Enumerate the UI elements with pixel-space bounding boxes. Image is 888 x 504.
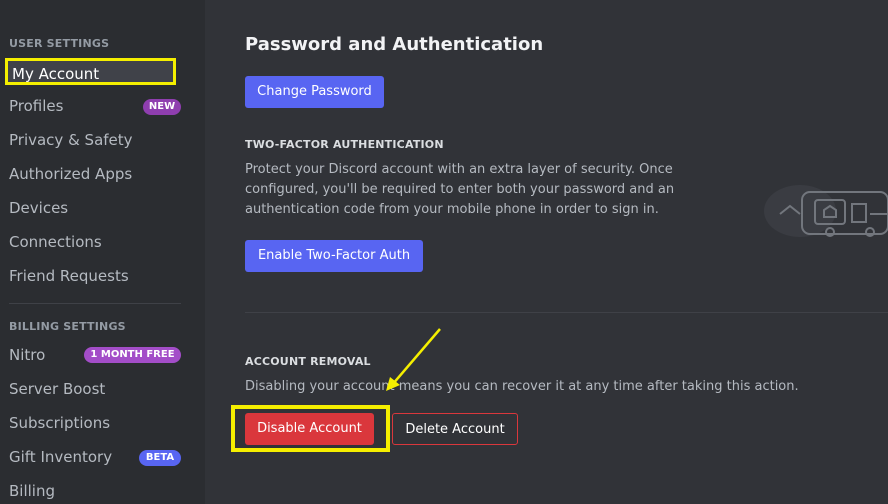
- sidebar-item-authorized-apps[interactable]: Authorized Apps: [9, 163, 132, 185]
- sidebar-item-devices[interactable]: Devices: [9, 197, 68, 219]
- sidebar-item-privacy-safety[interactable]: Privacy & Safety: [9, 129, 133, 151]
- sidebar-item-server-boost[interactable]: Server Boost: [9, 378, 105, 400]
- account-removal-header: ACCOUNT REMOVAL: [245, 355, 371, 368]
- sidebar-item-friend-requests[interactable]: Friend Requests: [9, 265, 129, 287]
- change-password-button[interactable]: Change Password: [245, 76, 384, 108]
- two-factor-illustration: [764, 185, 888, 237]
- account-removal-description: Disabling your account means you can rec…: [245, 379, 799, 394]
- annotation-highlight-box: [231, 405, 390, 452]
- sidebar-item-profiles[interactable]: Profiles: [9, 95, 63, 117]
- beta-badge: BETA: [139, 450, 181, 466]
- sidebar-item-billing[interactable]: Billing: [9, 480, 55, 502]
- sidebar-item-gift-inventory[interactable]: Gift Inventory: [9, 446, 112, 468]
- billing-settings-header: BILLING SETTINGS: [9, 320, 126, 333]
- nitro-promo-badge: 1 MONTH FREE: [84, 347, 181, 363]
- two-factor-header: TWO-FACTOR AUTHENTICATION: [245, 138, 444, 151]
- user-settings-header: USER SETTINGS: [9, 37, 110, 50]
- annotation-arrow-icon: [386, 328, 441, 391]
- enable-two-factor-button[interactable]: Enable Two-Factor Auth: [245, 240, 423, 272]
- sidebar-item-subscriptions[interactable]: Subscriptions: [9, 412, 110, 434]
- sidebar-divider: [9, 303, 181, 304]
- two-factor-description: Protect your Discord account with an ext…: [245, 162, 675, 217]
- sidebar-item-connections[interactable]: Connections: [9, 231, 102, 253]
- sidebar-item-my-account[interactable]: My Account: [5, 58, 176, 85]
- section-divider: [245, 312, 888, 313]
- sidebar-item-label: Profiles: [9, 97, 64, 115]
- page-title: Password and Authentication: [245, 34, 544, 55]
- settings-sidebar: USER SETTINGS My Account Profiles NEW Pr…: [0, 0, 205, 504]
- new-badge: NEW: [143, 99, 181, 115]
- delete-account-button[interactable]: Delete Account: [392, 413, 518, 445]
- sidebar-item-nitro[interactable]: Nitro: [9, 344, 45, 366]
